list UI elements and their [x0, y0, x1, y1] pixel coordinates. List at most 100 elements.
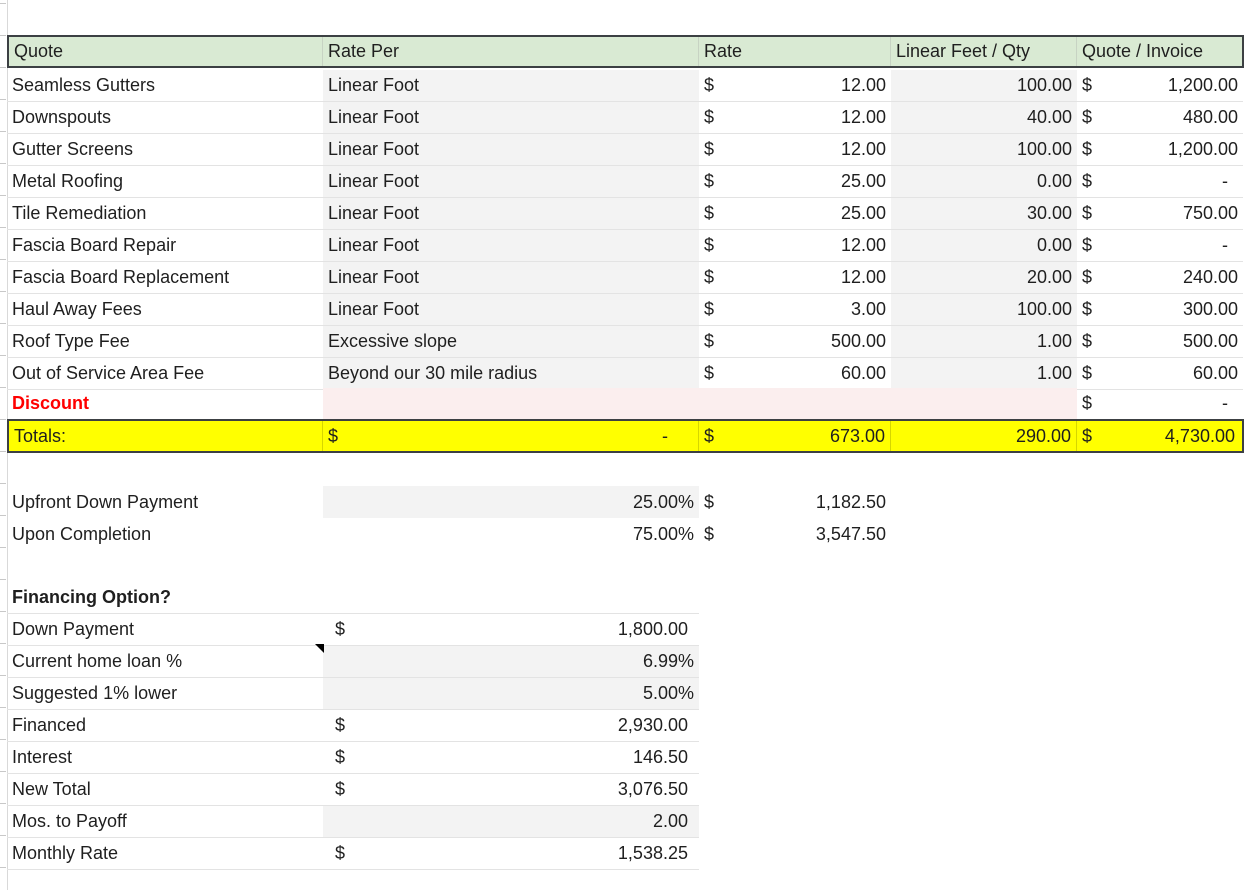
totals-label[interactable]: Totals: [9, 421, 323, 451]
financing-label[interactable]: Down Payment [7, 614, 323, 646]
item-qty[interactable]: 20.00 [891, 262, 1077, 294]
item-rate-per[interactable]: Linear Foot [323, 102, 699, 134]
item-rate-per[interactable]: Linear Foot [323, 134, 699, 166]
row-tick [0, 643, 6, 644]
item-total[interactable]: 480.00 [1107, 102, 1243, 134]
discount-rate-per-cell[interactable] [323, 388, 699, 420]
item-rate[interactable]: 60.00 [729, 358, 891, 390]
item-total[interactable]: 750.00 [1107, 198, 1243, 230]
item-name[interactable]: Haul Away Fees [7, 294, 323, 326]
item-qty[interactable]: 1.00 [891, 326, 1077, 358]
totals-grand-value[interactable]: 4,730.00 [1107, 421, 1240, 451]
totals-rate-per-value[interactable]: - [353, 421, 699, 451]
row-tick [0, 483, 6, 484]
item-qty[interactable]: 100.00 [891, 294, 1077, 326]
item-total[interactable]: 500.00 [1107, 326, 1243, 358]
item-qty[interactable]: 100.00 [891, 70, 1077, 102]
item-rate[interactable]: 12.00 [729, 102, 891, 134]
financing-label[interactable]: Interest [7, 742, 323, 774]
item-qty[interactable]: 30.00 [891, 198, 1077, 230]
item-qty[interactable]: 40.00 [891, 102, 1077, 134]
completion-amount[interactable]: 3,547.50 [729, 518, 891, 550]
item-rate[interactable]: 12.00 [729, 230, 891, 262]
discount-qty-cell[interactable] [891, 388, 1077, 420]
item-rate-per[interactable]: Linear Foot [323, 198, 699, 230]
header-linear-feet-qty[interactable]: Linear Feet / Qty [891, 37, 1077, 66]
discount-rate-cell[interactable] [699, 388, 891, 420]
item-rate-per[interactable]: Linear Foot [323, 262, 699, 294]
financing-label[interactable]: New Total [7, 774, 323, 806]
item-rate-per[interactable]: Linear Foot [323, 294, 699, 326]
item-name[interactable]: Seamless Gutters [7, 70, 323, 102]
item-rate[interactable]: 25.00 [729, 166, 891, 198]
item-total[interactable]: 300.00 [1107, 294, 1243, 326]
financing-row: Current home loan % 6.99% [7, 646, 699, 678]
item-qty[interactable]: 1.00 [891, 358, 1077, 390]
item-total[interactable]: 1,200.00 [1107, 70, 1243, 102]
header-rate[interactable]: Rate [699, 37, 891, 66]
financing-dollar [323, 806, 423, 838]
item-rate[interactable]: 12.00 [729, 70, 891, 102]
header-quote-invoice[interactable]: Quote / Invoice [1077, 37, 1240, 66]
item-qty[interactable]: 0.00 [891, 230, 1077, 262]
financing-label[interactable]: Current home loan % [7, 646, 323, 678]
upfront-label[interactable]: Upfront Down Payment [7, 486, 323, 518]
financing-title[interactable]: Financing Option? [7, 582, 323, 614]
item-total-dollar: $ [1077, 166, 1107, 198]
item-rate[interactable]: 500.00 [729, 326, 891, 358]
header-quote[interactable]: Quote [9, 37, 323, 66]
item-rate-per[interactable]: Beyond our 30 mile radius [323, 358, 699, 390]
financing-value[interactable]: 3,076.50 [423, 774, 699, 806]
financing-value[interactable]: 146.50 [423, 742, 699, 774]
table-row: Haul Away Fees Linear Foot $3.00 100.00 $300… [7, 294, 1243, 326]
item-total[interactable]: - [1107, 166, 1243, 198]
item-name[interactable]: Gutter Screens [7, 134, 323, 166]
financing-value[interactable]: 2,930.00 [423, 710, 699, 742]
item-name[interactable]: Fascia Board Replacement [7, 262, 323, 294]
item-total[interactable]: - [1107, 230, 1243, 262]
item-total[interactable]: 60.00 [1107, 358, 1243, 390]
upfront-amount[interactable]: 1,182.50 [729, 486, 891, 518]
financing-value[interactable]: 1,800.00 [423, 614, 699, 646]
item-name[interactable]: Out of Service Area Fee [7, 358, 323, 390]
financing-label[interactable]: Mos. to Payoff [7, 806, 323, 838]
financing-value[interactable]: 2.00 [423, 806, 699, 838]
completion-label[interactable]: Upon Completion [7, 518, 323, 550]
row-tick [0, 835, 6, 836]
item-rate-per[interactable]: Linear Foot [323, 166, 699, 198]
totals-rate-value[interactable]: 673.00 [729, 421, 891, 451]
item-name[interactable]: Tile Remediation [7, 198, 323, 230]
item-total-dollar: $ [1077, 230, 1107, 262]
item-total[interactable]: 1,200.00 [1107, 134, 1243, 166]
item-rate[interactable]: 12.00 [729, 262, 891, 294]
financing-label[interactable]: Financed [7, 710, 323, 742]
item-name[interactable]: Fascia Board Repair [7, 230, 323, 262]
row-tick [0, 771, 6, 772]
item-rate-per[interactable]: Excessive slope [323, 326, 699, 358]
comment-indicator-icon[interactable] [315, 644, 324, 653]
item-rate[interactable]: 25.00 [729, 198, 891, 230]
item-total[interactable]: 240.00 [1107, 262, 1243, 294]
financing-label[interactable]: Suggested 1% lower [7, 678, 323, 710]
discount-label[interactable]: Discount [7, 388, 323, 420]
item-rate-per[interactable]: Linear Foot [323, 70, 699, 102]
item-name[interactable]: Downspouts [7, 102, 323, 134]
item-rate[interactable]: 3.00 [729, 294, 891, 326]
item-name[interactable]: Metal Roofing [7, 166, 323, 198]
item-qty[interactable]: 100.00 [891, 134, 1077, 166]
row-tick [0, 451, 6, 452]
item-rate[interactable]: 12.00 [729, 134, 891, 166]
completion-percent[interactable]: 75.00% [323, 518, 699, 550]
financing-value[interactable]: 1,538.25 [423, 838, 699, 870]
financing-value[interactable]: 5.00% [423, 678, 699, 710]
financing-label[interactable]: Monthly Rate [7, 838, 323, 870]
header-rate-per[interactable]: Rate Per [323, 37, 699, 66]
item-rate-per[interactable]: Linear Foot [323, 230, 699, 262]
totals-qty-value[interactable]: 290.00 [891, 421, 1077, 451]
item-name[interactable]: Roof Type Fee [7, 326, 323, 358]
financing-value[interactable]: 6.99% [423, 646, 699, 678]
upfront-percent[interactable]: 25.00% [323, 486, 699, 518]
discount-total[interactable]: - [1107, 388, 1243, 420]
item-qty[interactable]: 0.00 [891, 166, 1077, 198]
financing-dollar: $ [323, 742, 423, 774]
